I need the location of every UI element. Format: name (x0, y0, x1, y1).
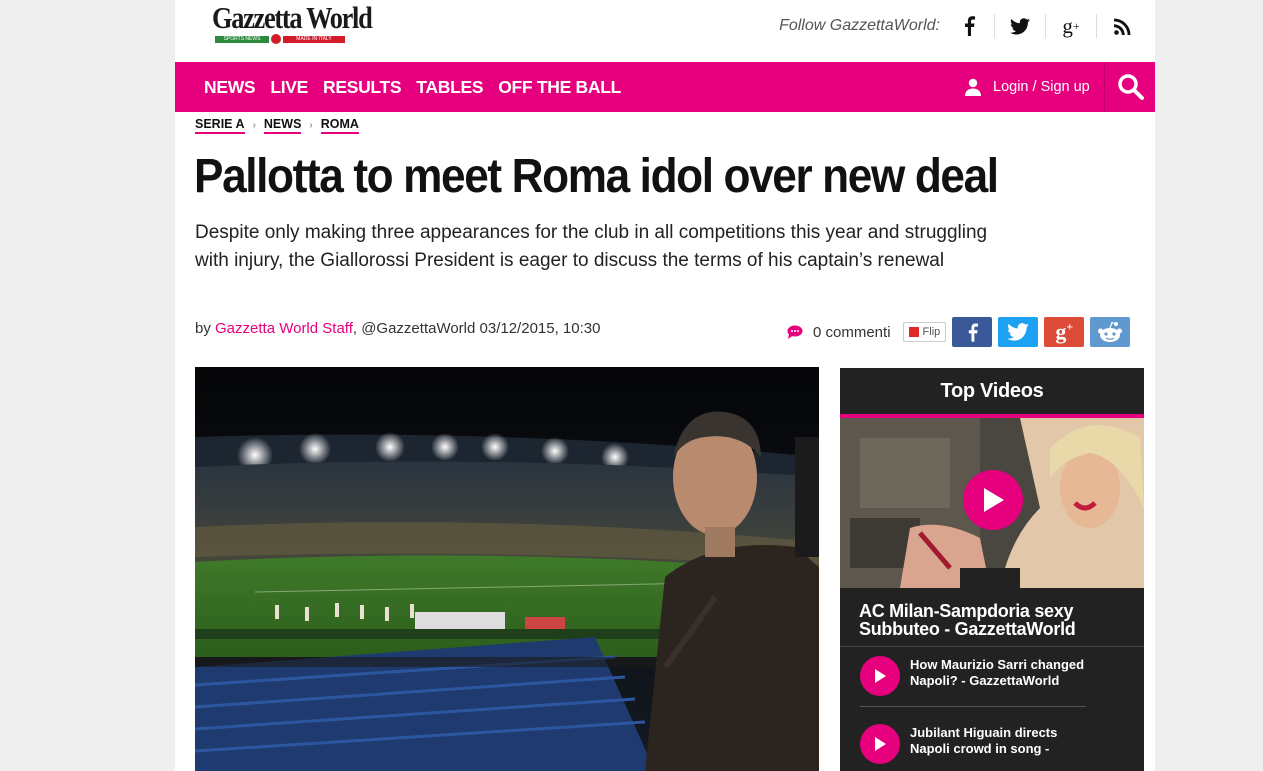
reddit-icon (1098, 321, 1123, 342)
play-icon[interactable] (963, 470, 1023, 530)
byline-prefix: by (195, 320, 211, 337)
breadcrumb: SERIE A › NEWS › ROMA (195, 117, 359, 134)
divider (1045, 14, 1046, 38)
divider (994, 14, 995, 38)
flip-label: Flip (922, 326, 941, 338)
site-logo[interactable]: Gazzetta World SPORTS NEWS MADE IN ITALY (212, 0, 373, 46)
rss-icon[interactable] (1111, 15, 1133, 37)
play-icon[interactable] (860, 656, 900, 696)
video-title[interactable]: How Maurizio Sarri changed Napoli? - Gaz… (910, 657, 1086, 689)
logo-badge-icon (271, 34, 281, 44)
logo-wordmark: Gazzetta World (212, 0, 373, 35)
featured-video-thumbnail[interactable] (840, 418, 1144, 588)
logo-strip-left: SPORTS NEWS (223, 35, 261, 42)
author-link[interactable]: Gazzetta World Staff (215, 320, 353, 337)
article-standfirst: Despite only making three appearances fo… (195, 222, 988, 271)
share-reddit-button[interactable] (1090, 317, 1131, 347)
nav-item-off-the-ball[interactable]: OFF THE BALL (498, 77, 621, 98)
chevron-right-icon: › (309, 120, 313, 131)
google-plus-icon[interactable]: g + (1060, 14, 1082, 38)
share-twitter-button[interactable] (998, 317, 1039, 347)
logo-strip: SPORTS NEWS MADE IN ITALY (215, 34, 345, 44)
follow-label: Follow GazzettaWorld: (779, 17, 940, 34)
breadcrumb-serie-a[interactable]: SERIE A (195, 117, 245, 134)
share-bar: 0 commenti Flip g+ (787, 316, 1131, 348)
flipboard-icon (908, 327, 919, 337)
login-link[interactable]: Login / Sign up (965, 62, 1090, 112)
top-videos-widget: Top Videos AC Milan-Sampdoria sexy Subbu… (840, 368, 1144, 771)
google-plus-icon: g+ (1055, 319, 1074, 344)
breadcrumb-news[interactable]: NEWS (263, 117, 302, 134)
facebook-icon (968, 323, 978, 342)
breadcrumb-roma[interactable]: ROMA (320, 117, 359, 134)
article-hero-image (195, 367, 819, 771)
facebook-icon[interactable] (958, 15, 980, 37)
play-icon[interactable] (860, 724, 900, 764)
video-title[interactable]: Jubilant Higuain directs Napoli crowd in… (910, 725, 1086, 757)
search-button[interactable] (1117, 73, 1147, 103)
featured-video-title[interactable]: AC Milan-Sampdoria sexy Subbuteo - Gazze… (840, 588, 1144, 647)
flipboard-button[interactable]: Flip (902, 322, 947, 342)
twitter-icon[interactable] (1009, 15, 1031, 37)
divider (1104, 62, 1105, 112)
nav-item-live[interactable]: LIVE (270, 77, 308, 98)
article-byline: by Gazzetta World Staff, @GazzettaWorld … (195, 320, 600, 337)
nav-item-news[interactable]: NEWS (204, 77, 256, 98)
logo-strip-right: MADE IN ITALY (296, 35, 332, 42)
article-headline: Pallotta to meet Roma idol over new deal (194, 150, 999, 203)
share-facebook-button[interactable] (952, 317, 993, 347)
login-label: Login / Sign up (993, 79, 1090, 95)
video-list-item[interactable]: How Maurizio Sarri changed Napoli? - Gaz… (860, 647, 1086, 707)
nav-item-results[interactable]: RESULTS (323, 77, 402, 98)
comments-link[interactable]: 0 commenti (787, 324, 891, 341)
chevron-right-icon: › (252, 120, 256, 131)
share-google-plus-button[interactable]: g+ (1044, 317, 1085, 347)
byline-meta: , @GazzettaWorld 03/12/2015, 10:30 (352, 320, 601, 337)
nav-item-tables[interactable]: TABLES (416, 77, 483, 98)
video-list-item[interactable]: Jubilant Higuain directs Napoli crowd in… (860, 707, 1086, 771)
divider (1096, 14, 1097, 38)
comments-count: 0 commenti (813, 323, 891, 341)
user-icon (965, 78, 981, 96)
comment-icon (787, 325, 803, 339)
twitter-icon (1007, 323, 1030, 341)
main-nav: NEWS LIVE RESULTS TABLES OFF THE BALL Lo… (175, 62, 1155, 112)
follow-bar: Follow GazzettaWorld: g + (779, 10, 1133, 42)
search-icon (1118, 74, 1144, 100)
page: Gazzetta World SPORTS NEWS MADE IN ITALY… (175, 0, 1155, 771)
top-videos-title: Top Videos (840, 368, 1144, 418)
